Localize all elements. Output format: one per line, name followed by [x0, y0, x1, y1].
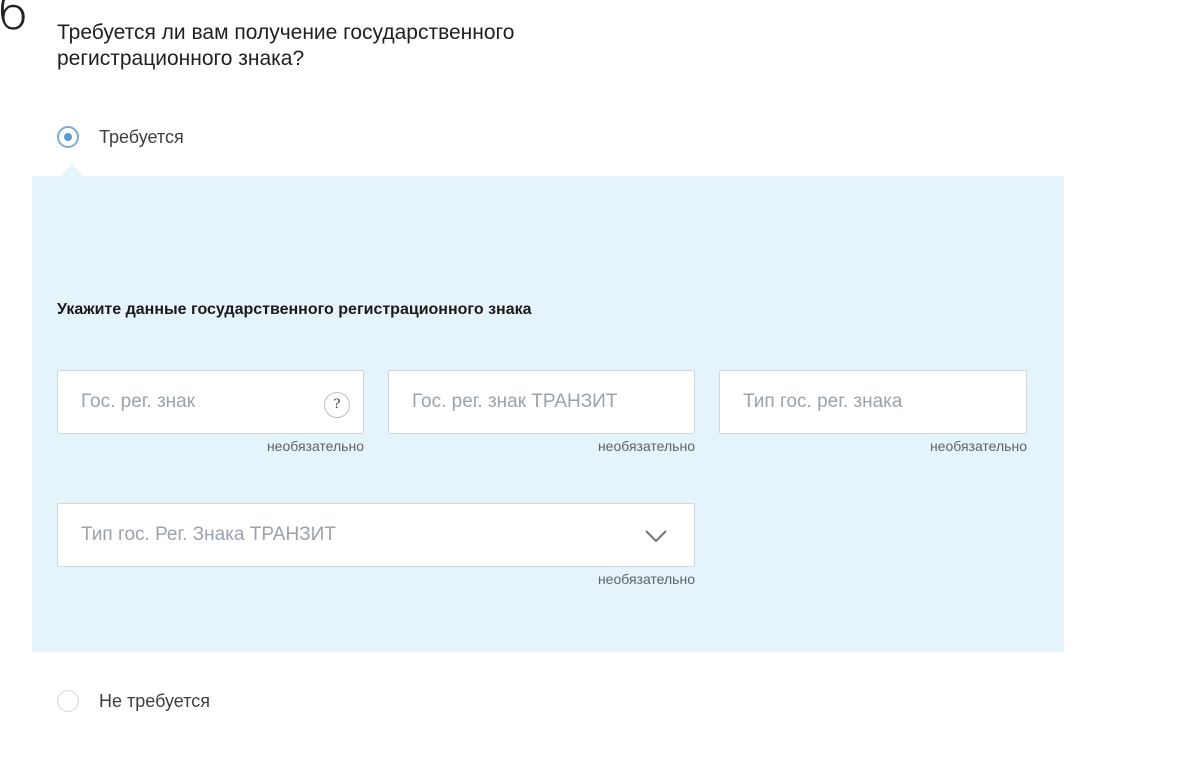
radio-option-required[interactable]: Требуется	[57, 126, 184, 148]
radio-option-not-required[interactable]: Не требуется	[57, 690, 210, 712]
transit-plate-field[interactable]	[388, 370, 695, 434]
panel-heading: Укажите данные государственного регистра…	[57, 301, 532, 318]
question-title: Требуется ли вам получение государственн…	[57, 21, 515, 70]
select-placeholder: Тип гос. Рег. Знака ТРАНЗИТ	[81, 524, 336, 545]
plate-type-input[interactable]	[743, 391, 1026, 413]
radio-button-checked[interactable]	[57, 126, 79, 148]
radio-label-required: Требуется	[99, 126, 184, 147]
radio-button-unchecked[interactable]	[57, 690, 79, 712]
chevron-down-icon[interactable]	[644, 526, 668, 544]
optional-hint: необязательно	[929, 438, 1027, 454]
radio-label-not-required: Не требуется	[99, 690, 210, 711]
help-icon[interactable]: ?	[324, 392, 350, 418]
plate-type-field[interactable]	[719, 370, 1027, 434]
transit-plate-input[interactable]	[412, 391, 694, 413]
optional-hint: необязательно	[266, 438, 364, 454]
reg-plate-input[interactable]	[81, 391, 311, 413]
step-number: 6	[0, 0, 30, 42]
reg-plate-field[interactable]: ?	[57, 370, 364, 434]
optional-hint: необязательно	[597, 438, 695, 454]
panel-pointer	[60, 164, 84, 176]
transit-plate-type-select[interactable]: Тип гос. Рег. Знака ТРАНЗИТ	[57, 503, 695, 567]
optional-hint: необязательно	[597, 571, 695, 587]
